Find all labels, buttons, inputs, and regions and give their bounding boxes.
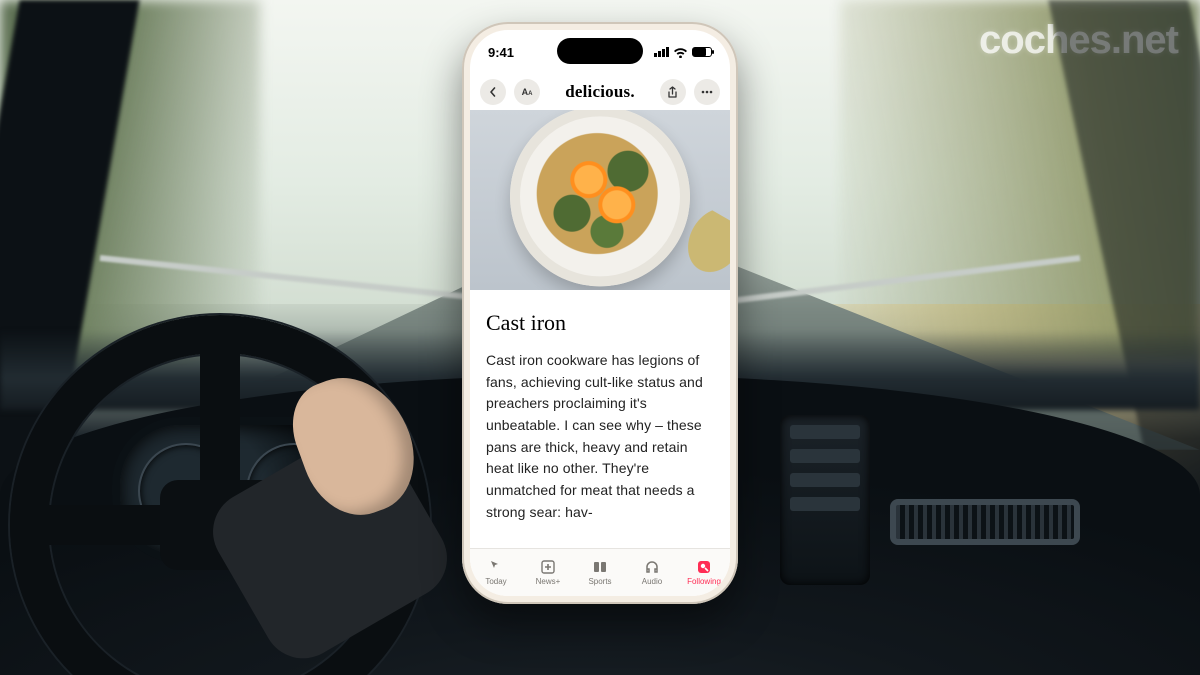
tab-label: Sports — [588, 577, 611, 586]
article-paragraph: Cast iron cookware has legions of fans, … — [486, 350, 714, 524]
wifi-icon — [673, 46, 688, 58]
center-stack — [780, 415, 870, 585]
text-size-icon: AA — [522, 87, 533, 97]
article-heading: Cast iron — [486, 310, 714, 336]
status-time: 9:41 — [488, 45, 514, 60]
scene-root: coches.net 9:41 — [0, 0, 1200, 675]
tab-bar: Today News+ Sports — [470, 548, 730, 596]
news-plus-icon — [539, 559, 557, 575]
ellipsis-icon — [701, 90, 713, 94]
back-button[interactable] — [480, 79, 506, 105]
food-plate — [510, 110, 690, 286]
publication-title: delicious — [565, 82, 635, 102]
tab-following[interactable]: Following — [678, 549, 730, 596]
tab-audio[interactable]: Audio — [626, 549, 678, 596]
tab-today[interactable]: Today — [470, 549, 522, 596]
tab-label: Following — [687, 577, 721, 586]
share-button[interactable] — [660, 79, 686, 105]
sports-icon — [591, 559, 609, 575]
phone-screen: 9:41 AA delicious — [470, 30, 730, 596]
audio-icon — [643, 559, 661, 575]
tab-sports[interactable]: Sports — [574, 549, 626, 596]
air-vent — [890, 499, 1080, 545]
text-size-button[interactable]: AA — [514, 79, 540, 105]
battery-icon — [692, 47, 712, 57]
article-hero-image — [470, 110, 730, 290]
share-icon — [667, 86, 678, 99]
phone-frame: 9:41 AA delicious — [462, 22, 738, 604]
tab-news-plus[interactable]: News+ — [522, 549, 574, 596]
food-contents — [530, 126, 670, 266]
following-icon — [695, 559, 713, 575]
today-icon — [487, 559, 505, 575]
dynamic-island — [557, 38, 643, 64]
more-button[interactable] — [694, 79, 720, 105]
cellular-icon — [654, 47, 669, 57]
status-indicators — [654, 46, 712, 58]
article-nav-bar: AA delicious — [470, 74, 730, 110]
article-body[interactable]: Cast iron Cast iron cookware has legions… — [470, 296, 730, 552]
tab-label: Audio — [642, 577, 662, 586]
tab-label: Today — [485, 577, 506, 586]
chevron-left-icon — [488, 87, 498, 97]
tab-label: News+ — [536, 577, 561, 586]
